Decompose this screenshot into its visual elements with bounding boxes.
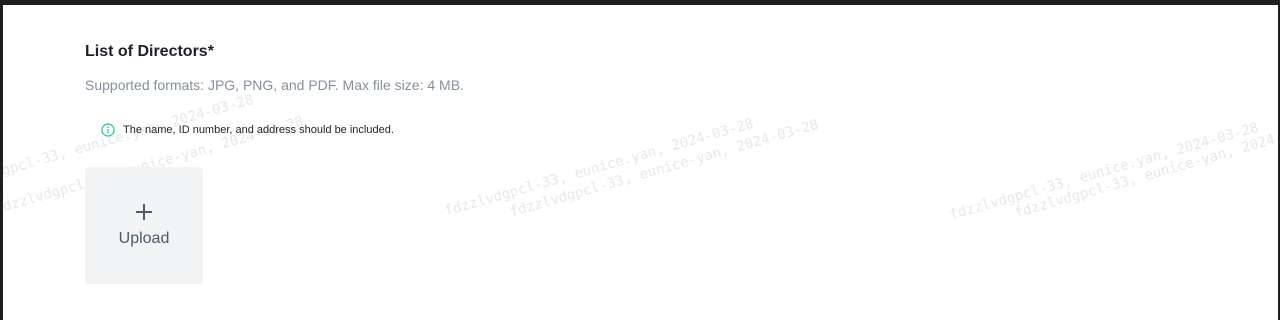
section-title: List of Directors* [85, 43, 214, 60]
watermark: fdzzlvdgpcl-33, eunice-yan, 2024-03-28 [508, 116, 821, 221]
supported-formats-hint: Supported formats: JPG, PNG, and PDF. Ma… [85, 77, 464, 93]
plus-icon [136, 203, 152, 220]
watermark: fdzzlvdgpcl-33, eunice.yan, 2024-03-28 [948, 119, 1261, 224]
upload-label: Upload [118, 229, 170, 247]
info-note: The name, ID number, and address should … [101, 123, 394, 137]
upload-panel: fdzzlvdgpcl-33, eunice.yan, 2024-03-28 f… [3, 5, 1278, 320]
info-icon [101, 123, 115, 137]
upload-button[interactable]: Upload [85, 167, 203, 284]
info-note-text: The name, ID number, and address should … [123, 124, 394, 136]
watermark: fdzzlvdgpcl-33, eunice.yan, 2024-03-28 [443, 115, 756, 220]
watermark: fdzzlvdgpcl-33, eunice-yan, 2024-03-28 [1013, 117, 1278, 222]
